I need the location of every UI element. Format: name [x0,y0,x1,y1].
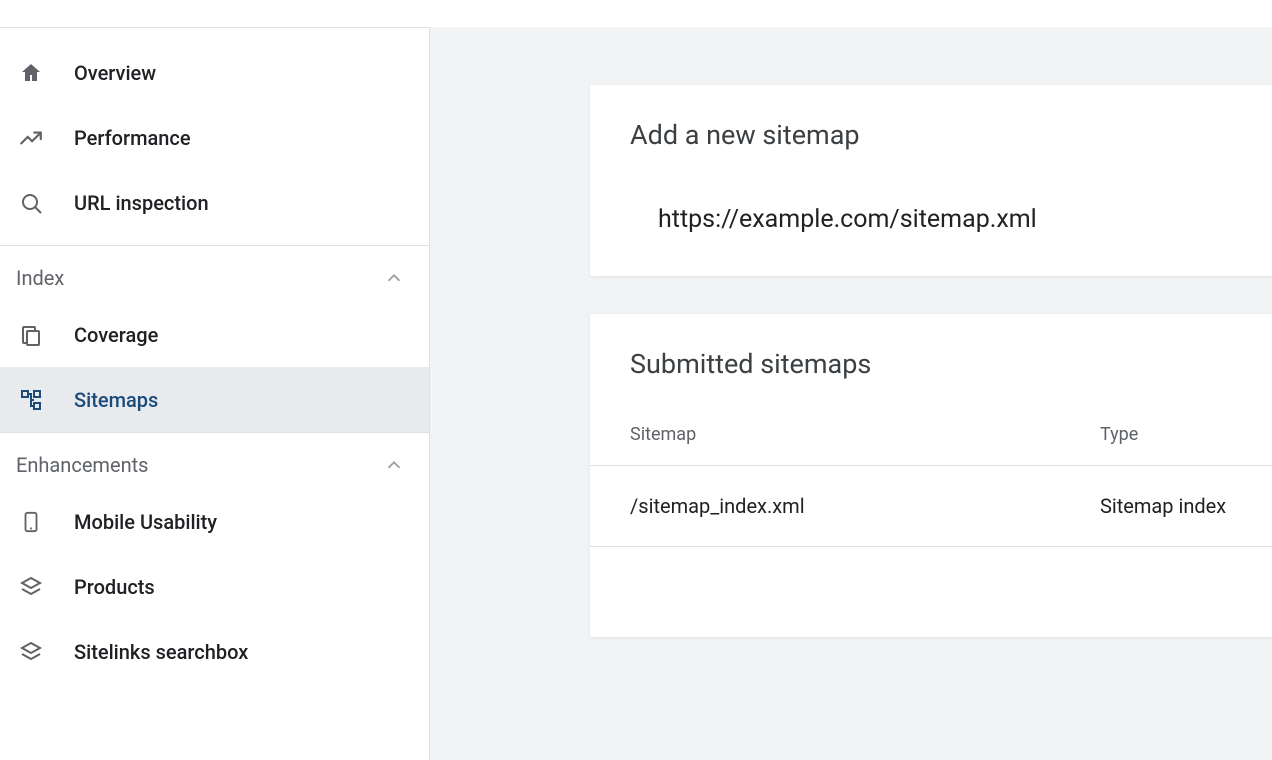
sidebar-item-label: Coverage [74,323,158,347]
sitemaps-table-header: Sitemap Type [590,380,1272,466]
sidebar-item-label: Overview [74,61,156,85]
main-content: Add a new sitemap https://example.com/si… [430,27,1272,760]
sidebar-section-index[interactable]: Index [0,245,429,302]
table-empty-area [590,547,1272,637]
sidebar-item-sitemaps[interactable]: Sitemaps [0,367,429,432]
sidebar-item-label: Products [74,575,155,599]
search-icon [16,188,46,218]
sidebar-item-sitelinks-searchbox[interactable]: Sitelinks searchbox [0,619,429,684]
sidebar-item-label: URL inspection [74,191,209,215]
submitted-sitemaps-card: Submitted sitemaps Sitemap Type /sitemap… [590,314,1272,637]
sitemap-url-input[interactable]: https://example.com/sitemap.xml [590,151,1272,276]
home-icon [16,58,46,88]
add-sitemap-title: Add a new sitemap [590,85,1272,151]
cell-sitemap: /sitemap_index.xml [630,494,1100,518]
copy-icon [16,320,46,350]
sidebar-item-label: Sitemaps [74,388,158,412]
add-sitemap-card: Add a new sitemap https://example.com/si… [590,85,1272,276]
column-header-type: Type [1100,424,1250,445]
layers-icon [16,572,46,602]
submitted-sitemaps-title: Submitted sitemaps [590,314,1272,380]
sidebar-item-mobile-usability[interactable]: Mobile Usability [0,489,429,554]
sidebar-item-products[interactable]: Products [0,554,429,619]
cell-type: Sitemap index [1100,494,1250,518]
sidebar-item-overview[interactable]: Overview [0,40,429,105]
sidebar-item-coverage[interactable]: Coverage [0,302,429,367]
layers-icon [16,637,46,667]
sidebar-section-label: Enhancements [16,453,148,477]
table-row[interactable]: /sitemap_index.xml Sitemap index [590,466,1272,547]
sidebar-item-label: Performance [74,126,191,150]
top-empty-bar [0,0,1272,27]
sidebar-item-url-inspection[interactable]: URL inspection [0,170,429,235]
chevron-up-icon [383,267,405,289]
sidebar-section-enhancements[interactable]: Enhancements [0,432,429,489]
trend-icon [16,123,46,153]
sidebar-section-label: Index [16,266,64,290]
column-header-sitemap: Sitemap [630,424,1100,445]
sidebar: Overview Performance URL inspection Inde… [0,27,430,760]
sitemap-icon [16,385,46,415]
sidebar-item-label: Mobile Usability [74,510,217,534]
mobile-icon [16,507,46,537]
sidebar-item-label: Sitelinks searchbox [74,640,248,664]
sidebar-item-performance[interactable]: Performance [0,105,429,170]
chevron-up-icon [383,454,405,476]
